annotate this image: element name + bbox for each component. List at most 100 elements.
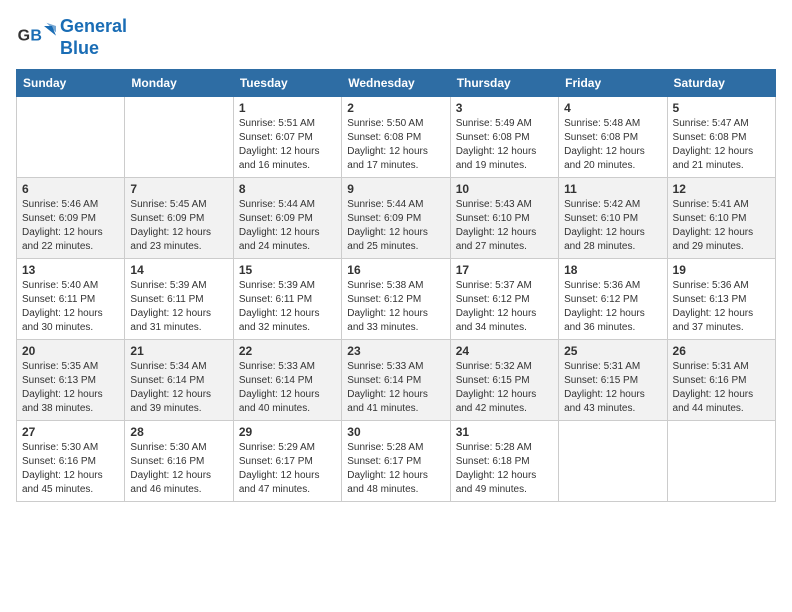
day-info: Sunrise: 5:28 AMSunset: 6:17 PMDaylight:… <box>347 441 444 497</box>
day-number: 1 <box>239 101 336 115</box>
calendar-cell <box>559 421 667 502</box>
day-info: Sunrise: 5:29 AMSunset: 6:17 PMDaylight:… <box>239 441 336 497</box>
day-info: Sunrise: 5:48 AMSunset: 6:08 PMDaylight:… <box>564 117 661 173</box>
calendar-cell: 12 Sunrise: 5:41 AMSunset: 6:10 PMDayligh… <box>667 178 775 259</box>
day-info: Sunrise: 5:31 AMSunset: 6:16 PMDaylight:… <box>673 360 770 416</box>
day-info: Sunrise: 5:33 AMSunset: 6:14 PMDaylight:… <box>347 360 444 416</box>
column-header-monday: Monday <box>125 70 233 97</box>
day-number: 26 <box>673 344 770 358</box>
day-number: 4 <box>564 101 661 115</box>
day-info: Sunrise: 5:34 AMSunset: 6:14 PMDaylight:… <box>130 360 227 416</box>
calendar-cell: 14Sunrise: 5:39 AMSunset: 6:11 PMDayligh… <box>125 259 233 340</box>
day-info: Sunrise: 5:30 AMSunset: 6:16 PMDaylight:… <box>130 441 227 497</box>
logo-text: General Blue <box>60 16 127 59</box>
svg-text:B: B <box>30 27 42 44</box>
day-number: 16 <box>347 263 444 277</box>
day-number: 18 <box>564 263 661 277</box>
day-info: Sunrise: 5:44 AMSunset: 6:09 PMDaylight:… <box>347 198 444 254</box>
day-info: Sunrise: 5:28 AMSunset: 6:18 PMDaylight:… <box>456 441 553 497</box>
calendar-cell: 22 Sunrise: 5:33 AMSunset: 6:14 PMDayligh… <box>233 340 341 421</box>
day-number: 27 <box>22 425 119 439</box>
week-row-0: 1 Sunrise: 5:51 AMSunset: 6:07 PMDaylight… <box>17 97 776 178</box>
day-number: 10 <box>456 182 553 196</box>
day-info: Sunrise: 5:40 AMSunset: 6:11 PMDaylight:… <box>22 279 119 335</box>
column-header-tuesday: Tuesday <box>233 70 341 97</box>
day-number: 24 <box>456 344 553 358</box>
column-header-friday: Friday <box>559 70 667 97</box>
day-number: 21 <box>130 344 227 358</box>
logo-icon: G B <box>16 18 56 58</box>
day-number: 15 <box>239 263 336 277</box>
day-number: 20 <box>22 344 119 358</box>
day-number: 7 <box>130 182 227 196</box>
day-info: Sunrise: 5:41 AMSunset: 6:10 PMDaylight:… <box>673 198 770 254</box>
calendar-cell: 15 Sunrise: 5:39 AMSunset: 6:11 PMDayligh… <box>233 259 341 340</box>
day-number: 12 <box>673 182 770 196</box>
day-info: Sunrise: 5:32 AMSunset: 6:15 PMDaylight:… <box>456 360 553 416</box>
day-number: 11 <box>564 182 661 196</box>
day-number: 19 <box>673 263 770 277</box>
day-number: 25 <box>564 344 661 358</box>
day-info: Sunrise: 5:39 AMSunset: 6:11 PMDaylight:… <box>239 279 336 335</box>
calendar-cell <box>667 421 775 502</box>
calendar-cell: 31Sunrise: 5:28 AMSunset: 6:18 PMDayligh… <box>450 421 558 502</box>
calendar-cell: 18 Sunrise: 5:36 AMSunset: 6:12 PMDayligh… <box>559 259 667 340</box>
day-info: Sunrise: 5:47 AMSunset: 6:08 PMDaylight:… <box>673 117 770 173</box>
day-number: 3 <box>456 101 553 115</box>
day-info: Sunrise: 5:33 AMSunset: 6:14 PMDaylight:… <box>239 360 336 416</box>
calendar-cell <box>125 97 233 178</box>
calendar-cell: 1 Sunrise: 5:51 AMSunset: 6:07 PMDaylight… <box>233 97 341 178</box>
day-info: Sunrise: 5:35 AMSunset: 6:13 PMDaylight:… <box>22 360 119 416</box>
day-number: 22 <box>239 344 336 358</box>
calendar-cell: 4 Sunrise: 5:48 AMSunset: 6:08 PMDaylight… <box>559 97 667 178</box>
day-info: Sunrise: 5:44 AMSunset: 6:09 PMDaylight:… <box>239 198 336 254</box>
day-number: 5 <box>673 101 770 115</box>
column-header-saturday: Saturday <box>667 70 775 97</box>
calendar-cell: 19Sunrise: 5:36 AMSunset: 6:13 PMDayligh… <box>667 259 775 340</box>
day-info: Sunrise: 5:51 AMSunset: 6:07 PMDaylight:… <box>239 117 336 173</box>
calendar-cell: 7 Sunrise: 5:45 AMSunset: 6:09 PMDaylight… <box>125 178 233 259</box>
calendar-cell: 13Sunrise: 5:40 AMSunset: 6:11 PMDayligh… <box>17 259 125 340</box>
day-number: 9 <box>347 182 444 196</box>
calendar-cell: 20 Sunrise: 5:35 AMSunset: 6:13 PMDayligh… <box>17 340 125 421</box>
calendar-cell: 16 Sunrise: 5:38 AMSunset: 6:12 PMDayligh… <box>342 259 450 340</box>
day-number: 8 <box>239 182 336 196</box>
calendar-cell: 3 Sunrise: 5:49 AMSunset: 6:08 PMDaylight… <box>450 97 558 178</box>
calendar-table: SundayMondayTuesdayWednesdayThursdayFrid… <box>16 69 776 502</box>
day-info: Sunrise: 5:49 AMSunset: 6:08 PMDaylight:… <box>456 117 553 173</box>
calendar-cell <box>17 97 125 178</box>
week-row-3: 20 Sunrise: 5:35 AMSunset: 6:13 PMDayligh… <box>17 340 776 421</box>
day-info: Sunrise: 5:43 AMSunset: 6:10 PMDaylight:… <box>456 198 553 254</box>
calendar-cell: 10 Sunrise: 5:43 AMSunset: 6:10 PMDayligh… <box>450 178 558 259</box>
day-info: Sunrise: 5:45 AMSunset: 6:09 PMDaylight:… <box>130 198 227 254</box>
week-row-4: 27 Sunrise: 5:30 AMSunset: 6:16 PMDayligh… <box>17 421 776 502</box>
day-info: Sunrise: 5:38 AMSunset: 6:12 PMDaylight:… <box>347 279 444 335</box>
calendar-cell: 8 Sunrise: 5:44 AMSunset: 6:09 PMDaylight… <box>233 178 341 259</box>
day-number: 23 <box>347 344 444 358</box>
day-info: Sunrise: 5:46 AMSunset: 6:09 PMDaylight:… <box>22 198 119 254</box>
day-info: Sunrise: 5:30 AMSunset: 6:16 PMDaylight:… <box>22 441 119 497</box>
day-info: Sunrise: 5:36 AMSunset: 6:12 PMDaylight:… <box>564 279 661 335</box>
calendar-cell: 23 Sunrise: 5:33 AMSunset: 6:14 PMDayligh… <box>342 340 450 421</box>
day-number: 30 <box>347 425 444 439</box>
week-row-1: 6Sunrise: 5:46 AMSunset: 6:09 PMDaylight… <box>17 178 776 259</box>
svg-text:G: G <box>18 27 30 44</box>
calendar-cell: 25 Sunrise: 5:31 AMSunset: 6:15 PMDayligh… <box>559 340 667 421</box>
day-info: Sunrise: 5:37 AMSunset: 6:12 PMDaylight:… <box>456 279 553 335</box>
calendar-cell: 2 Sunrise: 5:50 AMSunset: 6:08 PMDaylight… <box>342 97 450 178</box>
day-info: Sunrise: 5:39 AMSunset: 6:11 PMDaylight:… <box>130 279 227 335</box>
calendar-cell: 5 Sunrise: 5:47 AMSunset: 6:08 PMDaylight… <box>667 97 775 178</box>
day-info: Sunrise: 5:31 AMSunset: 6:15 PMDaylight:… <box>564 360 661 416</box>
week-row-2: 13Sunrise: 5:40 AMSunset: 6:11 PMDayligh… <box>17 259 776 340</box>
column-header-sunday: Sunday <box>17 70 125 97</box>
column-header-wednesday: Wednesday <box>342 70 450 97</box>
calendar-cell: 29 Sunrise: 5:29 AMSunset: 6:17 PMDayligh… <box>233 421 341 502</box>
day-info: Sunrise: 5:50 AMSunset: 6:08 PMDaylight:… <box>347 117 444 173</box>
calendar-cell: 26 Sunrise: 5:31 AMSunset: 6:16 PMDayligh… <box>667 340 775 421</box>
day-number: 2 <box>347 101 444 115</box>
calendar-cell: 6Sunrise: 5:46 AMSunset: 6:09 PMDaylight… <box>17 178 125 259</box>
day-number: 29 <box>239 425 336 439</box>
calendar-cell: 24 Sunrise: 5:32 AMSunset: 6:15 PMDayligh… <box>450 340 558 421</box>
day-number: 17 <box>456 263 553 277</box>
calendar-cell: 27 Sunrise: 5:30 AMSunset: 6:16 PMDayligh… <box>17 421 125 502</box>
